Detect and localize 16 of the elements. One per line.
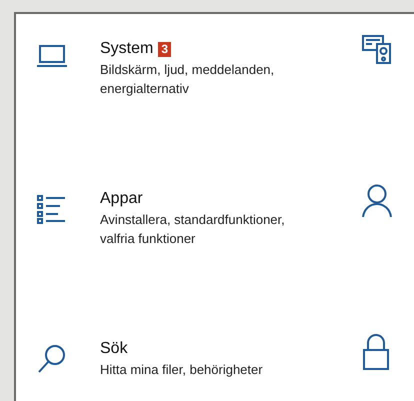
- search-icon: [37, 344, 67, 374]
- settings-category[interactable]: System 3 Bildskärm, ljud, meddelanden, energialternativ: [16, 14, 362, 164]
- settings-category[interactable]: Appar Avinstallera, standardfunktioner, valfria funktioner: [16, 164, 362, 314]
- category-description: Hitta mina filer, behörigheter: [100, 361, 264, 379]
- category-title: System: [100, 40, 154, 58]
- padlock-icon: [362, 334, 390, 370]
- keyboard-speaker-icon: [362, 34, 392, 64]
- settings-category[interactable]: Sök Hitta mina filer, behörigheter: [16, 314, 362, 401]
- category-title: Sök: [100, 340, 128, 358]
- number-badge: 3: [158, 42, 172, 56]
- laptop-icon: [36, 44, 68, 68]
- category-title: Appar: [100, 190, 143, 208]
- list-icon: [37, 194, 67, 224]
- category-description: Bildskärm, ljud, meddelanden, energialternativ: [100, 61, 276, 98]
- category-description: Avinstallera, standardfunktioner, valfria funktioner: [100, 211, 286, 248]
- person-icon: [362, 184, 392, 218]
